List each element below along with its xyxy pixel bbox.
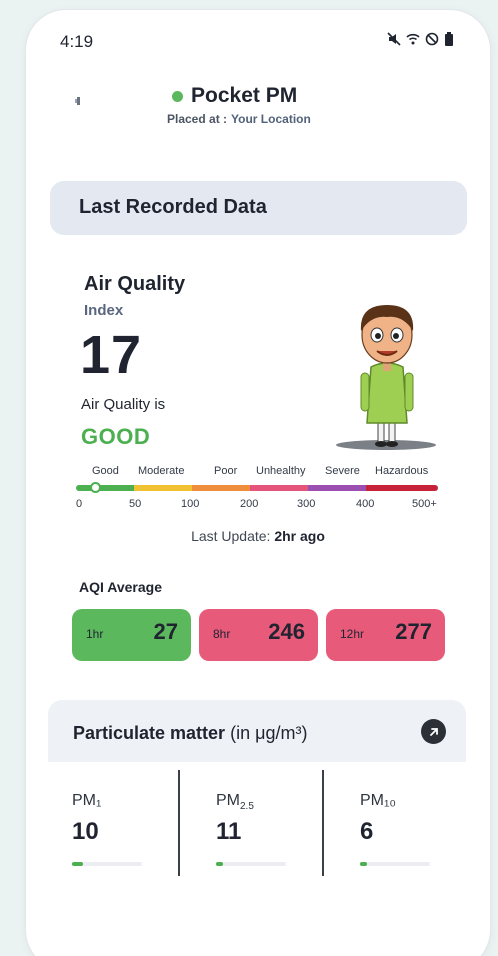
back-icon[interactable] <box>74 94 84 108</box>
aqi-scale-marker <box>90 482 102 493</box>
average-value: 27 <box>153 619 178 644</box>
arrow-up-right-icon <box>429 727 438 736</box>
scale-label-unhealthy: Unhealthy <box>256 465 306 477</box>
pm25-level-bar <box>216 862 286 866</box>
scale-label-good: Good <box>92 465 119 477</box>
device-name: Pocket PM <box>191 84 298 107</box>
pm25-label: PM2.5 <box>216 792 254 812</box>
aqi-scale-ticks: 0 50 100 200 300 400 500+ <box>76 498 438 514</box>
aqi-average-card-8hr[interactable]: 8hr 246 <box>199 609 318 661</box>
placed-at-location[interactable]: Your Location <box>231 112 311 126</box>
wifi-icon <box>406 32 420 46</box>
last-update: Last Update: 2hr ago <box>26 528 490 544</box>
scale-label-poor: Poor <box>214 465 238 477</box>
aqi-status: GOOD <box>81 424 151 449</box>
pm10-value: 6 <box>360 818 374 845</box>
pm1-label: PM₁ <box>72 792 102 809</box>
scale-segment <box>76 485 134 491</box>
aqi-is-label: Air Quality is <box>81 396 166 413</box>
aqi-sublabel: Index <box>84 302 124 319</box>
average-value: 246 <box>268 619 305 644</box>
battery-icon <box>444 32 458 46</box>
scale-tick: 400 <box>356 498 375 510</box>
pm1-level-fill <box>72 862 83 866</box>
last-recorded-title: Last Recorded Data <box>79 196 267 218</box>
scale-segment <box>366 485 438 491</box>
particulate-unit: (in μg/m³) <box>230 723 308 743</box>
scale-tick: 100 <box>181 498 200 510</box>
pm10-label: PM₁₀ <box>360 792 397 809</box>
divider <box>178 770 180 876</box>
aqi-value: 17 <box>80 325 143 385</box>
aqi-average-cards: 1hr 27 8hr 246 12hr 277 <box>72 609 445 661</box>
scale-tick: 300 <box>297 498 316 510</box>
aqi-average-card-12hr[interactable]: 12hr 277 <box>326 609 445 661</box>
particulate-title-text: Particulate matter <box>73 723 226 743</box>
scale-segment <box>308 485 366 491</box>
pm25-level-fill <box>216 862 223 866</box>
device-title: Pocket PM <box>172 84 297 108</box>
open-details-button[interactable] <box>421 719 446 744</box>
aqi-scale-bar <box>76 485 438 491</box>
pm10-level-bar <box>360 862 430 866</box>
last-recorded-banner: Last Recorded Data <box>50 181 467 235</box>
scale-segment <box>250 485 308 491</box>
placed-at: Placed at : Your Location <box>167 112 311 126</box>
last-update-label: Last Update: <box>191 528 271 544</box>
pm25-label-main: PM <box>216 792 240 809</box>
aqi-scale-labels: Good Moderate Poor Unhealthy Severe Haza… <box>76 465 438 481</box>
scale-label-moderate: Moderate <box>138 465 185 477</box>
pm10-reading: PM₁₀ 6 <box>336 770 476 878</box>
online-status-dot <box>172 90 183 102</box>
average-value: 277 <box>395 619 432 644</box>
pm1-reading: PM₁ 10 <box>48 770 188 878</box>
pm1-level-bar <box>72 862 142 866</box>
pm25-label-sub: 2.5 <box>240 801 254 813</box>
pm25-value: 11 <box>216 818 242 845</box>
scale-tick: 0 <box>76 498 83 510</box>
pm25-reading: PM2.5 11 <box>192 770 332 878</box>
placed-at-label: Placed at : <box>167 112 228 126</box>
particulate-title: Particulate matter (in μg/m³) <box>73 723 307 744</box>
do-not-disturb-icon <box>425 32 439 46</box>
scale-segment <box>134 485 192 491</box>
average-period: 12hr <box>340 627 365 641</box>
status-icons <box>387 32 458 46</box>
scale-tick: 500+ <box>412 498 437 510</box>
scale-segment <box>192 485 250 491</box>
mute-icon <box>387 32 401 46</box>
status-time: 4:19 <box>60 32 94 51</box>
aqi-label: Air Quality <box>84 273 186 295</box>
pm1-value: 10 <box>72 818 99 845</box>
scale-tick: 50 <box>129 498 142 510</box>
pm10-level-fill <box>360 862 367 866</box>
average-period: 1hr <box>86 627 104 641</box>
particulate-readings: PM₁ 10 PM2.5 11 PM₁₀ 6 <box>48 770 466 880</box>
scale-label-severe: Severe <box>325 465 360 477</box>
scale-tick: 200 <box>240 498 259 510</box>
mascot-illustration <box>331 295 441 455</box>
aqi-average-card-1hr[interactable]: 1hr 27 <box>72 609 191 661</box>
aqi-average-title: AQI Average <box>79 579 162 595</box>
average-period: 8hr <box>213 627 231 641</box>
scale-label-hazardous: Hazardous <box>375 465 429 477</box>
particulate-banner: Particulate matter (in μg/m³) <box>48 700 466 762</box>
last-update-value: 2hr ago <box>274 528 325 544</box>
divider <box>322 770 324 876</box>
phone-screen: 4:19 Pocket PM Placed at : Your Location … <box>26 10 490 956</box>
